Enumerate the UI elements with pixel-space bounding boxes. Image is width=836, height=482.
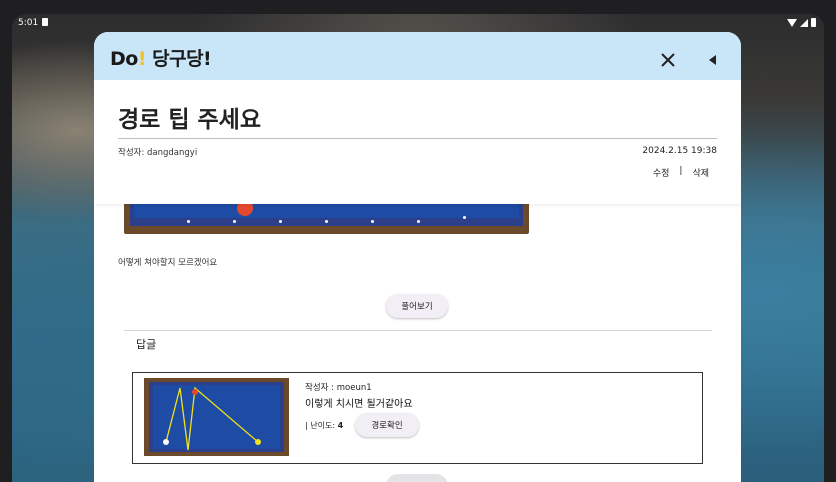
post-header: 경로 팁 주세요 작성자: dangdangyi 2024.2.15 19:38… (94, 80, 741, 204)
billiard-table-image (124, 204, 529, 234)
status-icons (787, 18, 816, 27)
post-actions: 수정 | 삭제 (653, 166, 709, 179)
action-separator: | (679, 166, 683, 176)
post-sheet: 경로 팁 주세요 작성자: dangdangyi 2024.2.15 19:38… (94, 80, 741, 482)
signal-icon (800, 18, 808, 27)
logo-prefix: Do (110, 48, 138, 70)
close-icon (661, 53, 675, 67)
status-bar: 5:01 (12, 14, 824, 32)
reply-difficulty: | 난이도: 4 (305, 420, 343, 431)
difficulty-value: 4 (337, 421, 344, 430)
post-content[interactable]: 어떻게 쳐야할지 모르겠어요 풀어보기 답글 작성자 : moeun1 이렇게 (94, 204, 741, 482)
rail-diamond (463, 216, 466, 219)
edit-link[interactable]: 수정 (653, 166, 670, 179)
rail-diamond (233, 220, 236, 223)
reply-card[interactable]: 작성자 : moeun1 이렇게 치시면 될거같아요 | 난이도: 4 경로확인 (132, 372, 703, 464)
status-time: 5:01 (18, 18, 39, 28)
back-button[interactable] (702, 46, 724, 74)
rail-diamond (325, 220, 328, 223)
delete-link[interactable]: 삭제 (692, 166, 709, 179)
battery-icon (811, 18, 816, 27)
route-diagram (149, 382, 284, 452)
reply-author: 작성자 : moeun1 (305, 383, 372, 393)
close-button[interactable] (654, 46, 682, 74)
title-divider (118, 138, 717, 139)
reply-route-image (144, 378, 289, 456)
post-description: 어떻게 쳐야할지 모르겠어요 (118, 258, 218, 268)
check-route-button[interactable]: 경로확인 (355, 413, 419, 437)
post-author: 작성자: dangdangyi (118, 148, 198, 158)
replies-heading: 답글 (136, 338, 157, 351)
logo-bang: ! (137, 48, 147, 70)
reply-text: 이렇게 치시면 될거같아요 (305, 399, 413, 410)
app-logo: Do! 당구당! (110, 44, 212, 71)
post-title: 경로 팁 주세요 (118, 107, 261, 133)
rail-diamond (279, 220, 282, 223)
post-date: 2024.2.15 19:38 (642, 146, 717, 156)
section-divider (124, 330, 712, 331)
sd-card-icon (42, 18, 48, 26)
table-felt (134, 204, 519, 218)
post-dialog: Do! 당구당! 경로 팁 주세요 작성자: dangdangyi 2024.2… (94, 32, 741, 482)
rail-diamond (187, 220, 190, 223)
rail-diamond (371, 220, 374, 223)
menu-button[interactable] (386, 474, 448, 482)
rail-diamond (417, 220, 420, 223)
solve-button[interactable]: 풀어보기 (386, 294, 448, 318)
difficulty-label: | 난이도: (305, 421, 338, 430)
wifi-icon (787, 18, 797, 27)
logo-suffix: 당구당! (146, 48, 212, 70)
back-arrow-icon (709, 55, 716, 65)
